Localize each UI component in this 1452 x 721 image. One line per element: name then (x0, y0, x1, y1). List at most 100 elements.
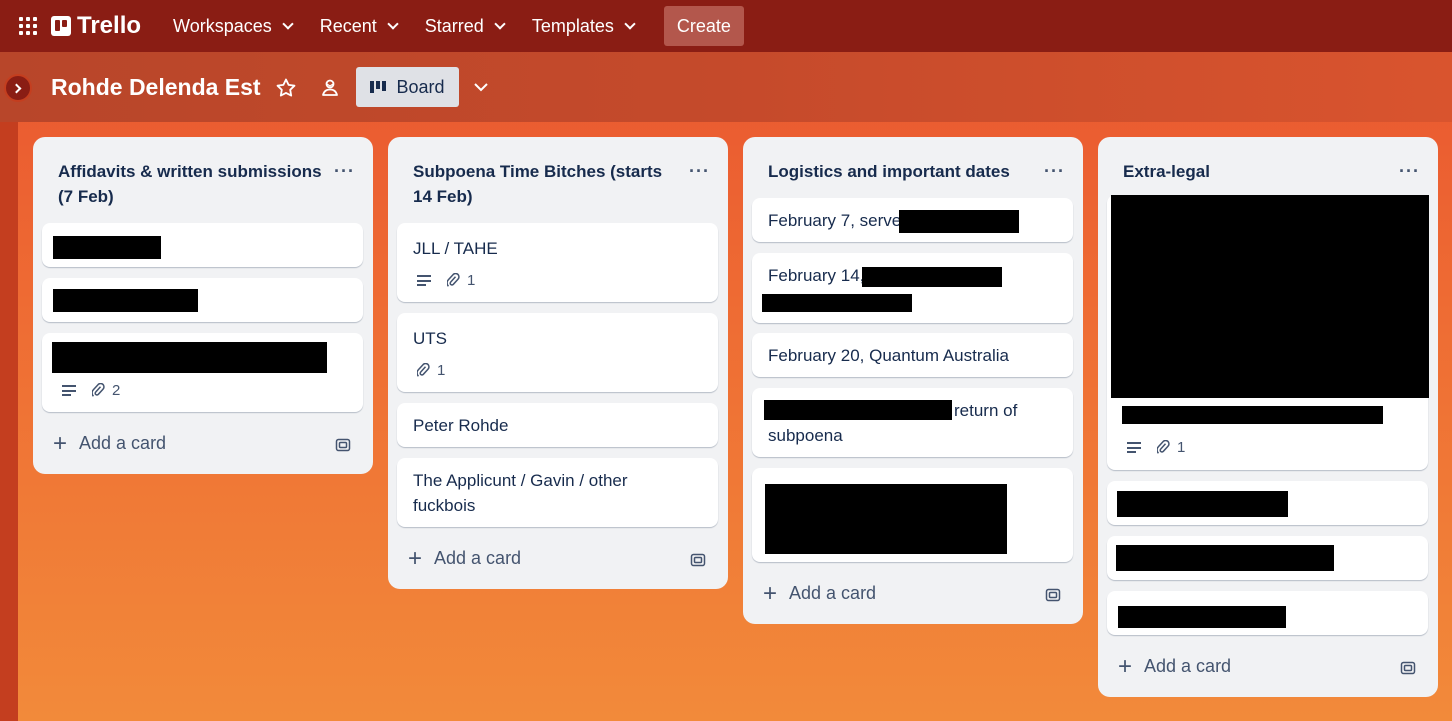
list-menu-icon[interactable]: ··· (1044, 161, 1065, 182)
card[interactable] (42, 223, 363, 267)
card-template-icon[interactable] (1400, 660, 1416, 676)
nav-starred[interactable]: Starred (415, 8, 514, 44)
add-card-label: Add a card (1144, 656, 1232, 676)
board-icon (370, 81, 387, 93)
list-extra-legal: Extra-legal ··· 1 + Add a card (1098, 137, 1438, 697)
card[interactable]: February 7, serve (752, 198, 1073, 242)
attachment-count: 1 (437, 362, 446, 379)
add-card-label: Add a card (789, 583, 877, 603)
add-card-button[interactable]: + Add a card (1118, 652, 1232, 680)
redacted-text (1118, 606, 1286, 628)
expand-sidebar-button[interactable] (4, 74, 32, 102)
attachment-count: 1 (467, 272, 476, 289)
card-title: return of subpoena (768, 401, 1018, 445)
board-title[interactable]: Rohde Delenda Est (51, 74, 261, 101)
redacted-text (1116, 545, 1334, 571)
card[interactable]: 1 (1107, 195, 1429, 470)
redacted-text (862, 267, 1002, 287)
sidebar-strip (0, 52, 18, 721)
nav-templates-label: Templates (531, 15, 614, 36)
list-title[interactable]: Logistics and important dates (768, 159, 1038, 184)
chevron-down-icon (494, 17, 506, 30)
list-logistics: Logistics and important dates ··· Februa… (743, 137, 1083, 624)
chevron-down-icon (387, 17, 399, 30)
board-view-button[interactable]: Board (356, 67, 459, 107)
plus-icon: + (1118, 652, 1133, 680)
card-template-icon[interactable] (690, 552, 706, 568)
description-icon (62, 385, 76, 396)
redacted-text (762, 294, 912, 312)
card[interactable] (1107, 481, 1428, 525)
card[interactable]: UTS 1 (397, 313, 718, 392)
card[interactable] (1107, 591, 1428, 635)
card[interactable] (1107, 536, 1428, 580)
chevron-right-icon (11, 83, 22, 93)
list-title[interactable]: Affidavits & written submissions (7 Feb) (58, 159, 328, 209)
list-menu-icon[interactable]: ··· (689, 161, 710, 182)
card-badges: 1 (417, 362, 445, 379)
board-header: Rohde Delenda Est Board (0, 52, 1452, 122)
card[interactable]: Peter Rohde (397, 403, 718, 447)
card-template-icon[interactable] (1045, 587, 1061, 603)
card-badges: 1 (1127, 439, 1185, 456)
card[interactable]: February 14, (752, 253, 1073, 323)
redacted-text (53, 289, 198, 312)
redacted-text (899, 210, 1019, 233)
paperclip-icon (417, 362, 430, 377)
card-template-icon[interactable] (335, 437, 351, 453)
card-title: February 20, Quantum Australia (768, 346, 1009, 365)
card[interactable] (752, 468, 1073, 562)
attachment-count: 1 (1177, 439, 1186, 456)
list-subpoena: Subpoena Time Bitches (starts 14 Feb) ··… (388, 137, 728, 589)
nav-templates[interactable]: Templates (522, 8, 644, 44)
nav-starred-label: Starred (424, 15, 484, 36)
trello-logo-icon (51, 16, 71, 36)
add-card-button[interactable]: + Add a card (763, 579, 877, 607)
redacted-text (52, 342, 327, 373)
card[interactable]: 2 (42, 333, 363, 412)
trello-logo[interactable]: Trello (51, 12, 141, 40)
visibility-icon[interactable] (318, 76, 342, 100)
attachment-badge: 1 (1157, 439, 1185, 456)
redacted-text (765, 484, 1007, 554)
paperclip-icon (447, 272, 460, 287)
attachment-badge: 1 (447, 272, 475, 289)
nav-workspaces[interactable]: Workspaces (163, 8, 302, 44)
chevron-down-icon[interactable] (474, 80, 488, 94)
add-card-button[interactable]: + Add a card (53, 431, 166, 455)
list-title[interactable]: Subpoena Time Bitches (starts 14 Feb) (413, 159, 683, 209)
card[interactable]: JLL / TAHE 1 (397, 223, 718, 302)
star-icon[interactable] (274, 76, 298, 100)
card-badges: 2 (62, 382, 120, 399)
list-title[interactable]: Extra-legal (1123, 159, 1393, 184)
app-switcher-icon[interactable] (19, 17, 37, 35)
chevron-down-icon (282, 17, 294, 30)
redacted-text (53, 236, 161, 259)
description-icon (1127, 442, 1141, 453)
nav-recent[interactable]: Recent (310, 8, 407, 44)
create-button[interactable]: Create (663, 6, 744, 46)
redacted-text (1117, 491, 1288, 517)
card[interactable]: return of subpoena (752, 388, 1073, 457)
card[interactable]: The Applicunt / Gavin / other fuckbois (397, 458, 718, 527)
card-title: Peter Rohde (413, 416, 509, 435)
logo-text: Trello (77, 12, 142, 39)
card[interactable]: February 20, Quantum Australia (752, 333, 1073, 377)
redacted-text (1122, 406, 1383, 424)
attachment-count: 2 (112, 382, 121, 399)
description-icon (417, 275, 431, 286)
plus-icon: + (763, 579, 778, 607)
nav-workspaces-label: Workspaces (173, 15, 272, 36)
paperclip-icon (1157, 439, 1170, 454)
attachment-badge: 2 (92, 382, 120, 399)
list-affidavits: Affidavits & written submissions (7 Feb)… (33, 137, 373, 474)
card[interactable] (42, 278, 363, 322)
paperclip-icon (92, 382, 105, 397)
attachment-badge: 1 (417, 362, 445, 379)
add-card-label: Add a card (434, 548, 522, 568)
nav-recent-label: Recent (319, 15, 377, 36)
list-menu-icon[interactable]: ··· (1399, 161, 1420, 182)
list-menu-icon[interactable]: ··· (334, 161, 355, 182)
add-card-button[interactable]: + Add a card (408, 546, 522, 570)
top-navbar: Trello Workspaces Recent Starred Templat… (0, 0, 1452, 52)
